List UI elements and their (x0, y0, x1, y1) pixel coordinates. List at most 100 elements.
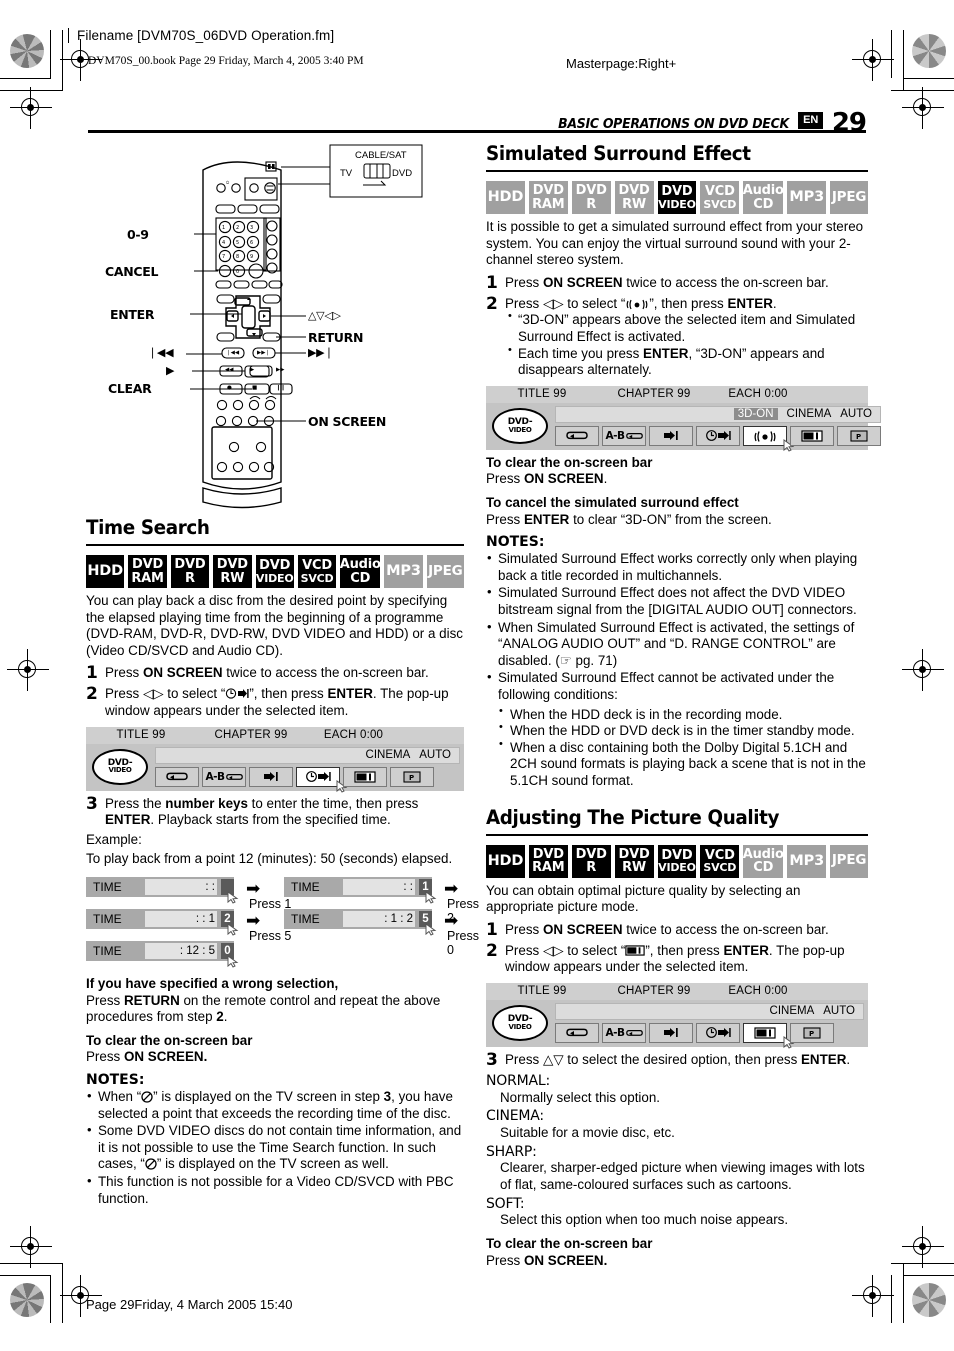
osb-mode-row: CINEMA AUTO (555, 1002, 864, 1020)
crop-mark-line (903, 1263, 904, 1323)
ab-repeat-icon[interactable]: A-B (602, 1022, 646, 1043)
remote-callout-return: RETURN (308, 330, 364, 345)
txt: . (603, 471, 608, 487)
crop-mark-line (891, 1275, 892, 1323)
dvd-video-disc-icon: DVD- VIDEO (492, 1004, 548, 1041)
pointer-cursor-icon (227, 954, 239, 968)
remote-callout-enter: ENTER (110, 307, 155, 322)
remote-callout-cancel: CANCEL (105, 264, 159, 279)
badge-line1: HDD (487, 189, 524, 206)
step-ref: 2 (216, 1009, 224, 1025)
disc-badge-audio-cd: Audio CD (743, 181, 784, 214)
chapter-search-icon[interactable] (649, 425, 693, 446)
progressive-icon[interactable]: P (837, 425, 881, 446)
repeat-icon[interactable] (555, 425, 599, 446)
osb-icon-row: A-B P (555, 425, 881, 452)
chapter-search-icon[interactable] (249, 766, 293, 787)
remote-callout-arrows: △▽◁▷ (308, 309, 341, 322)
badge-line2: RW (622, 860, 647, 876)
disc-logo: DVD- VIDEO (489, 406, 551, 446)
chapter-search-icon[interactable] (649, 1022, 693, 1043)
key-enter: ENTER (327, 686, 373, 702)
note-item: This function is not possible for a Vide… (86, 1173, 464, 1207)
osb-chapter: CHAPTER 99 (617, 985, 691, 998)
badge-line1: DVD (216, 557, 248, 573)
notes-list-surround: Simulated Surround Effect works correctl… (486, 550, 868, 703)
badge-line2: VIDEO (255, 571, 294, 585)
osb-cinema: CINEMA (786, 408, 832, 421)
crop-mark-line (62, 1263, 63, 1323)
osb-mode-row: CINEMA AUTO (155, 746, 460, 764)
notes-list-left: When “ ” is displayed on the TV screen in… (86, 1088, 464, 1207)
disc-compat-badges-time-search: HDD DVD RAM DVD R DVD RW DVD VIDEO VCD SVCD Audio CD… (86, 555, 465, 588)
badge-line1: DVD (661, 184, 693, 200)
page-number: 29 (831, 108, 867, 138)
progressive-icon[interactable]: P (790, 1022, 834, 1043)
repeat-icon[interactable] (155, 766, 199, 787)
badge-line1: DVD (174, 557, 206, 573)
picture-quality-icon[interactable] (743, 1022, 795, 1049)
disc-badge-mp3: MP3 (787, 181, 827, 214)
disc-badge-dvd-rw: DVD RW (213, 555, 252, 588)
txt: . Playback starts from the specified tim… (150, 812, 391, 828)
registration-mark (902, 1226, 944, 1268)
crop-mark-line (62, 30, 63, 90)
crop-mark-line (0, 78, 51, 79)
osb-body: DVD- VIDEO CINEMA AUTO A-B P (486, 999, 868, 1049)
time-search-icon[interactable] (696, 425, 740, 446)
filename-label: Filename [DVM70S_06DVD Operation.fm] (68, 28, 334, 43)
picture-intro: You can obtain optimal picture quality b… (486, 882, 801, 915)
masterpage-label: Masterpage:Right+ (566, 56, 677, 71)
ab-repeat-icon[interactable]: A-B (602, 425, 646, 446)
picture-quality-icon[interactable] (790, 425, 834, 446)
key-on-screen: ON SCREEN. (123, 1049, 208, 1065)
time-search-icon[interactable] (296, 766, 348, 793)
disc-badge-dvd-ram: DVD RAM (128, 555, 167, 588)
osb-status-row: TITLE 99 CHAPTER 99 EACH 0:00 (486, 385, 868, 403)
press-instruction: Press 0 (447, 928, 479, 957)
svg-text:5: 5 (236, 240, 239, 246)
crop-mark-line (0, 1263, 63, 1264)
disc-badge-dvd-video: DVD VIDEO (657, 181, 697, 214)
remote-callout-clear: CLEAR (108, 381, 152, 396)
picture-mode-option: CINEMA: Suitable for a movie disc, etc. (486, 1108, 868, 1141)
svg-text:▶: ▶ (250, 367, 255, 373)
registration-mark (902, 87, 944, 129)
disc-badge-dvd-video: DVD VIDEO (255, 555, 294, 588)
key-enter: ENTER (105, 812, 151, 828)
right-column: Simulated Surround Effect HDD DVD RAM DVD R D… (486, 142, 881, 1272)
note-item: Simulated Surround Effect does not affec… (486, 584, 868, 618)
key-on-screen: ON SCREEN. (523, 1252, 608, 1268)
svg-text:7: 7 (222, 254, 225, 260)
surround-icon[interactable] (743, 425, 795, 452)
time-entry-box-3: TIME: : 12 (86, 908, 234, 929)
progressive-icon[interactable]: P (390, 766, 434, 787)
svg-text:1: 1 (222, 225, 225, 231)
time-search-icon[interactable] (696, 1022, 740, 1043)
dvd-video-disc-icon: DVD- VIDEO (92, 748, 148, 785)
section-rule (86, 544, 464, 546)
badge-line1: HDD (87, 563, 123, 580)
osb-right: CINEMA AUTO A-B P (555, 1002, 864, 1049)
clear-bar-text-left: Press ON SCREEN. (86, 1049, 464, 1066)
running-header: BASIC OPERATIONS ON DVD DECK EN 29 (538, 108, 867, 138)
osb-auto: AUTO (419, 749, 451, 761)
svg-text:■: ■ (252, 385, 257, 391)
disc-badge-jpeg: JPEG (426, 555, 465, 588)
badge-line1: JPEG (831, 188, 867, 205)
disc-badge-jpeg: JPEG (830, 844, 869, 878)
sub-note-item: When the HDD deck is in the recording mo… (496, 705, 868, 724)
svg-text:⏻: ⏻ (226, 180, 230, 185)
ab-repeat-icon[interactable]: A-B (202, 766, 246, 787)
option-name: SHARP: (486, 1143, 537, 1160)
osb-each: EACH 0:00 (728, 985, 788, 998)
repeat-icon[interactable] (555, 1022, 599, 1043)
badge-line1: DVD (132, 557, 164, 573)
time-search-step-2: 2 Press ◁▷ to select “ ”, then press ENTE… (86, 685, 464, 719)
step-text: Press ON SCREEN twice to access the on-s… (505, 275, 868, 293)
remote-control-svg: 123 456 789 0 ◀◀ ▶ ▶▶ ● ■ ❙❙ ❘◀◀ ▶▶❘ ⏻ CABLE/… (186, 144, 423, 509)
picture-quality-icon[interactable] (343, 766, 387, 787)
badge-line1: JPEG (831, 852, 867, 869)
osb-chapter: CHAPTER 99 (214, 729, 288, 741)
key-enter: ENTER (643, 345, 689, 361)
